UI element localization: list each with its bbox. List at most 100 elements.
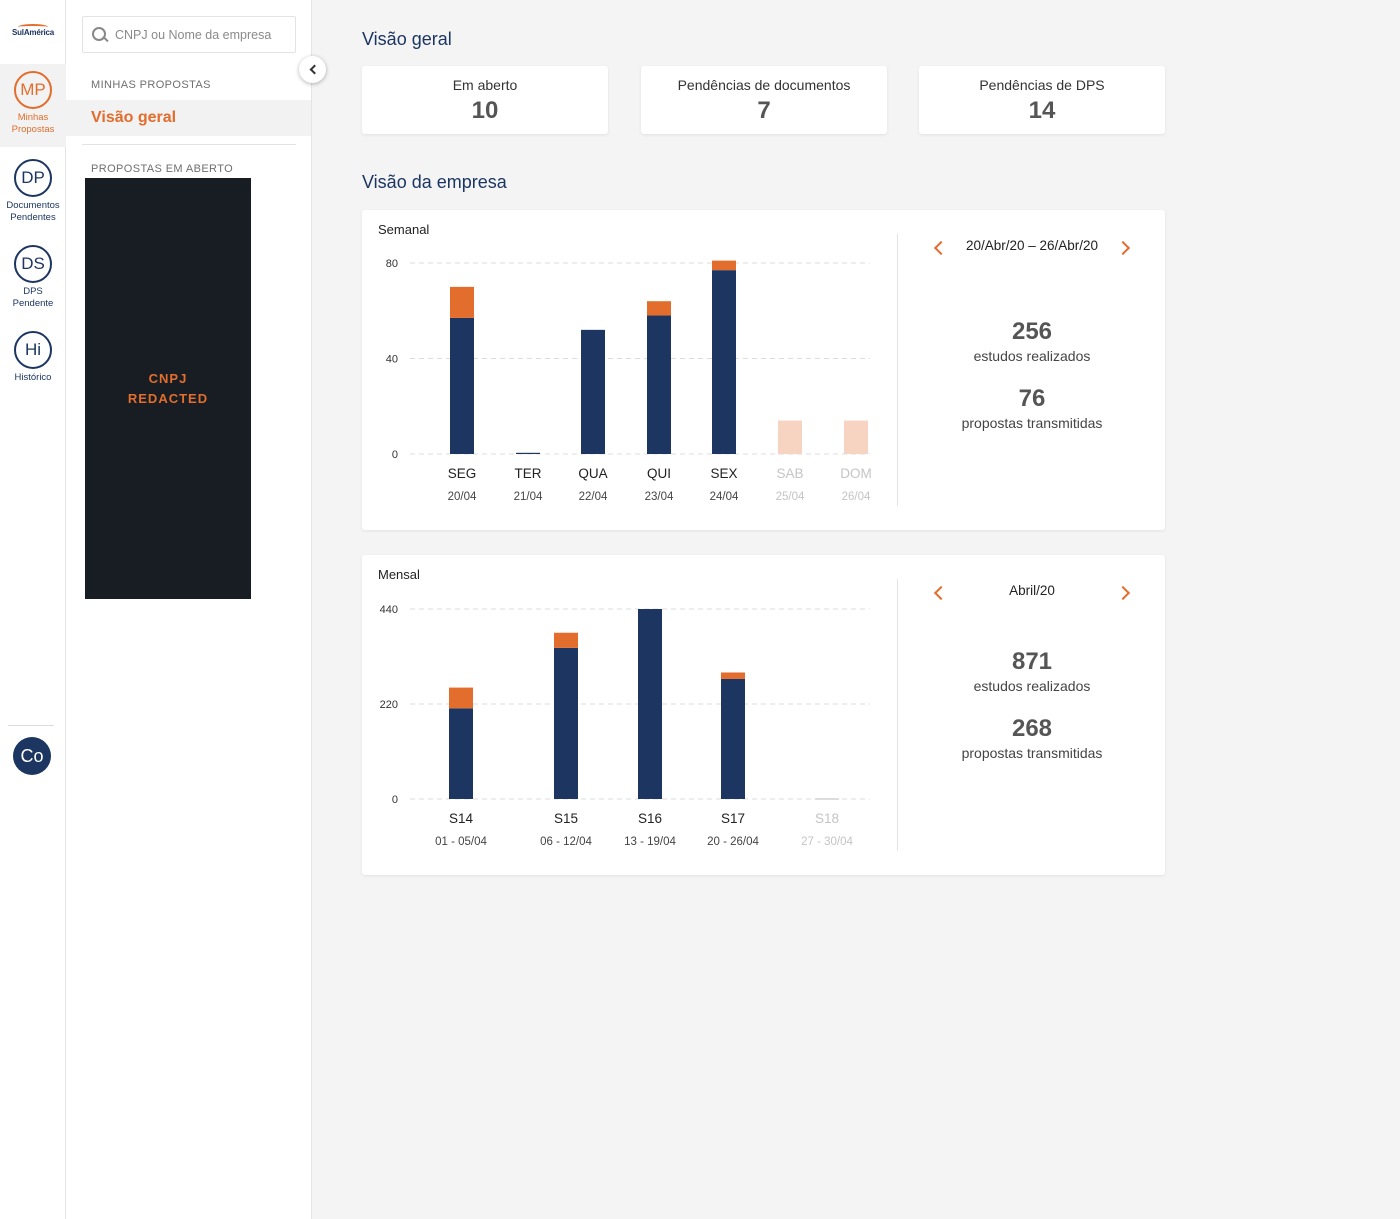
- company-title: Visão da empresa: [362, 172, 507, 192]
- redacted-label-2: REDACTED: [127, 390, 209, 406]
- weekly-period: 20/Abr/20 – 26/Abr/20: [965, 238, 1099, 253]
- dps-pendente-icon: DS: [14, 245, 52, 283]
- weekly-studies-value: 256: [1011, 318, 1053, 345]
- monthly-studies: 871 estudos realizados: [922, 648, 1142, 694]
- y-tick-label: 220: [380, 699, 398, 711]
- x-date-label: 01 - 05/04: [435, 836, 487, 848]
- next-week-chevron-icon[interactable]: [1118, 240, 1132, 254]
- rail-item-documentos-pendentes[interactable]: DP Documentos Pendentes: [0, 159, 66, 224]
- rail-item-minhas-propostas[interactable]: MP Minhas Propostas: [0, 64, 66, 147]
- bar-segment-proposals: [554, 632, 578, 648]
- bar-segment-proposals: [647, 301, 671, 316]
- nav-item-visao-geral[interactable]: Visão geral: [66, 100, 311, 136]
- stat-label: Pendências de documentos: [677, 77, 851, 93]
- x-category-label: SEG: [448, 466, 477, 481]
- user-avatar[interactable]: Co: [13, 737, 51, 775]
- bar-segment-studies: [647, 315, 671, 454]
- bar-segment-studies: [450, 317, 474, 454]
- x-category-label: QUI: [647, 466, 671, 481]
- x-date-label: 23/04: [645, 491, 674, 503]
- bar-segment-studies: [712, 270, 736, 454]
- rail-abbr: DS: [21, 254, 45, 273]
- section-propostas-em-aberto: PROPOSTAS EM ABERTO: [91, 163, 234, 175]
- avatar-initials: Co: [20, 745, 44, 766]
- minhas-propostas-icon: MP: [14, 71, 52, 109]
- x-date-label: 25/04: [776, 491, 805, 503]
- next-month-chevron-icon[interactable]: [1118, 585, 1132, 599]
- y-tick-label: 40: [386, 354, 398, 366]
- weekly-studies-label: estudos realizados: [973, 348, 1091, 364]
- stat-value: 14: [1028, 97, 1056, 124]
- x-date-label: 06 - 12/04: [540, 836, 592, 848]
- rail-abbr: Hi: [24, 340, 42, 359]
- rail-abbr: MP: [20, 80, 46, 99]
- y-tick-label: 80: [386, 258, 398, 270]
- x-date-label: 24/04: [710, 491, 739, 503]
- rail-label-line1: Minhas: [17, 112, 49, 123]
- historico-icon: Hi: [14, 331, 52, 369]
- bar-segment-studies: [721, 678, 745, 799]
- x-date-label: 20/04: [448, 491, 477, 503]
- bar-segment-studies: [638, 609, 662, 799]
- search-input[interactable]: [115, 27, 290, 42]
- x-date-label: 22/04: [579, 491, 608, 503]
- rail-label-line1: DPS: [23, 286, 43, 297]
- x-category-label: S17: [721, 811, 745, 826]
- search-icon: [91, 26, 109, 44]
- panel-divider: [897, 579, 898, 851]
- monthly-proposals-label: propostas transmitidas: [961, 745, 1103, 761]
- stat-label: Em aberto: [452, 77, 518, 93]
- bar-segment-proposals: [449, 687, 473, 709]
- weekly-proposals-label: propostas transmitidas: [961, 415, 1103, 431]
- weekly-chart: 0 40 80 SEG 20/04 TER 21/04 QUA 22/04 QUI 23/04 SEX…: [386, 258, 872, 503]
- bar-placeholder: [844, 420, 868, 454]
- x-date-label: 13 - 19/04: [624, 836, 676, 848]
- sidebar: MINHAS PROPOSTAS Visão geral PROPOSTAS E…: [66, 0, 312, 1219]
- bar-segment-studies: [581, 329, 605, 454]
- x-category-label: S14: [449, 811, 474, 826]
- section-minhas-propostas: MINHAS PROPOSTAS: [91, 79, 211, 91]
- x-category-label: QUA: [578, 466, 607, 481]
- redacted-label-1: CNPJ: [148, 370, 188, 386]
- bar-placeholder: [778, 420, 802, 454]
- monthly-panel: Mensal 0 220 440 S14 01 - 05/04 S15 06 - 12/04…: [362, 555, 1165, 875]
- x-date-label: 21/04: [514, 491, 543, 503]
- x-category-label: SEX: [710, 466, 737, 481]
- bar-segment-studies: [516, 452, 540, 454]
- rail-label-line1: Documentos: [6, 200, 60, 211]
- stat-card-pendencias-documentos[interactable]: Pendências de documentos 7: [641, 66, 887, 134]
- rail-label-line2: Pendente: [12, 298, 54, 309]
- x-category-label: DOM: [840, 466, 872, 481]
- bar-segment-proposals: [450, 286, 474, 318]
- x-category-label: SAB: [776, 466, 803, 481]
- rail-abbr: DP: [21, 168, 45, 187]
- sulamerica-logo[interactable]: SulAmérica: [0, 24, 66, 37]
- collapse-sidebar-button[interactable]: [299, 56, 326, 83]
- stat-value: 10: [471, 97, 499, 124]
- y-tick-label: 440: [380, 604, 398, 616]
- monthly-chart: 0 220 440 S14 01 - 05/04 S15 06 - 12/04 S16 13 -…: [380, 604, 870, 848]
- monthly-proposals-value: 268: [1011, 715, 1053, 742]
- monthly-period-nav: Abril/20: [932, 581, 1132, 603]
- redacted-cnpj-list: CNPJ REDACTED: [85, 178, 251, 599]
- stat-label: Pendências de DPS: [979, 77, 1105, 93]
- y-tick-label: 0: [392, 794, 398, 806]
- logo-text: SulAmérica: [11, 28, 55, 37]
- rail-label: DPS Pendente: [0, 286, 66, 310]
- overview-title: Visão geral: [362, 29, 452, 49]
- bar-segment-proposals: [712, 260, 736, 271]
- x-category-label: TER: [515, 466, 542, 481]
- rail-label-line2: Propostas: [11, 124, 55, 135]
- weekly-panel: Semanal 0 40 80 SEG 20/04 TER 21/04 QUA 22/04 QUI…: [362, 210, 1165, 530]
- rail-item-dps-pendente[interactable]: DS DPS Pendente: [0, 245, 66, 310]
- rail-label: Histórico: [0, 372, 66, 384]
- rail-item-historico[interactable]: Hi Histórico: [0, 331, 66, 384]
- monthly-proposals: 268 propostas transmitidas: [922, 715, 1142, 761]
- x-category-label: S16: [638, 811, 662, 826]
- stat-card-em-aberto[interactable]: Em aberto 10: [362, 66, 608, 134]
- app-rail: SulAmérica MP Minhas Propostas DP Docume…: [0, 0, 66, 1219]
- stat-card-pendencias-dps[interactable]: Pendências de DPS 14: [919, 66, 1165, 134]
- rail-label: Minhas Propostas: [0, 112, 66, 136]
- search-box[interactable]: [82, 16, 296, 53]
- monthly-period: Abril/20: [1009, 583, 1055, 598]
